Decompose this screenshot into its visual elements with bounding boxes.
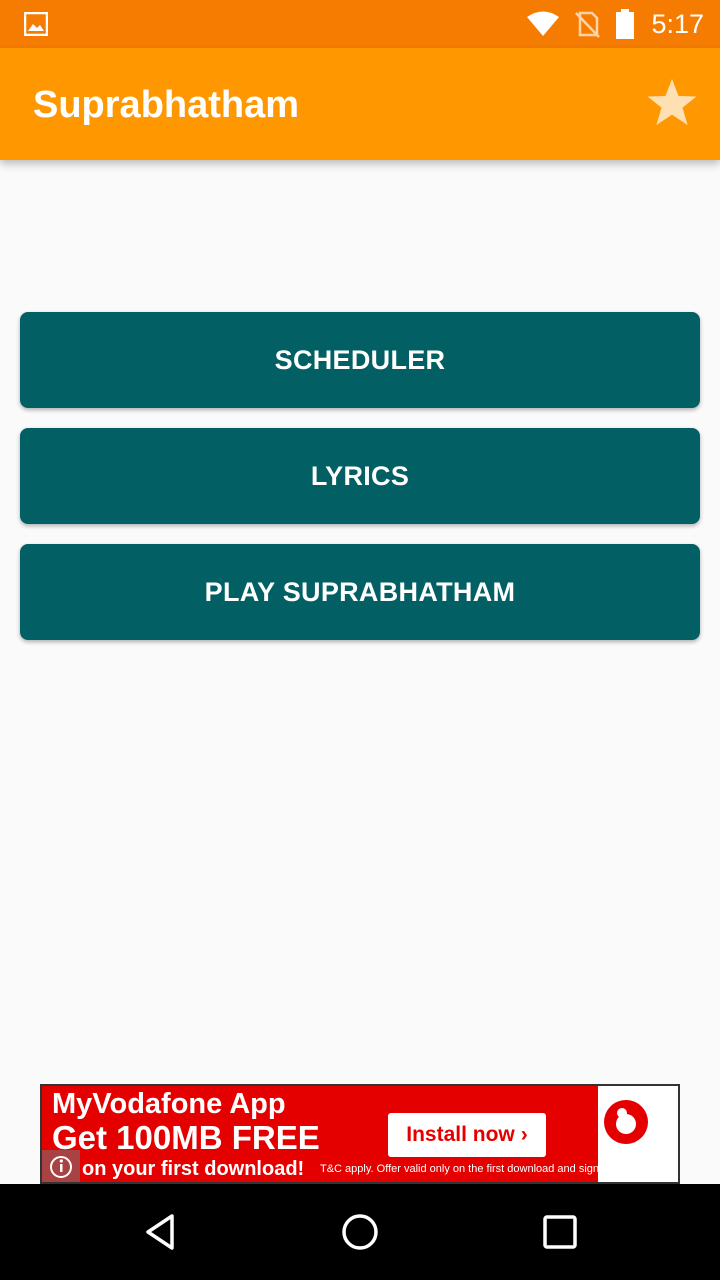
battery-icon [616, 9, 635, 39]
ad-info-icon[interactable] [42, 1150, 80, 1182]
wifi-icon [527, 11, 560, 36]
navigation-bar [0, 1184, 720, 1280]
app-title: Suprabhatham [33, 84, 300, 126]
lyrics-button[interactable]: LYRICS [20, 428, 700, 524]
home-icon[interactable] [340, 1212, 380, 1252]
ad-headline: MyVodafone App [52, 1088, 286, 1120]
vodafone-logo-icon [604, 1100, 648, 1144]
status-bar: 5:17 [0, 0, 720, 48]
app-bar: Suprabhatham [0, 48, 720, 160]
image-notification-icon [24, 12, 48, 36]
recents-icon[interactable] [540, 1212, 580, 1252]
no-sim-icon [575, 11, 601, 38]
scheduler-button[interactable]: SCHEDULER [20, 312, 700, 408]
back-icon[interactable] [140, 1212, 180, 1252]
play-suprabhatham-button[interactable]: PLAY SUPRABHATHAM [20, 544, 700, 640]
main-button-list: SCHEDULER LYRICS PLAY SUPRABHATHAM [20, 312, 700, 660]
ad-subtext: on your first download! [82, 1158, 305, 1180]
ad-install-label: Install now [406, 1123, 515, 1146]
status-time: 5:17 [651, 8, 704, 39]
ad-install-button[interactable]: Install now › [388, 1113, 546, 1157]
ad-banner[interactable]: MyVodafone App Get 100MB FREE on your fi… [40, 1084, 680, 1184]
chevron-right-icon: › [520, 1123, 528, 1146]
ad-terms: T&C apply. Offer valid only on the first… [320, 1163, 615, 1175]
star-icon[interactable] [644, 76, 700, 132]
ad-offer: Get 100MB FREE [52, 1119, 320, 1156]
vodafone-logo [598, 1086, 678, 1182]
